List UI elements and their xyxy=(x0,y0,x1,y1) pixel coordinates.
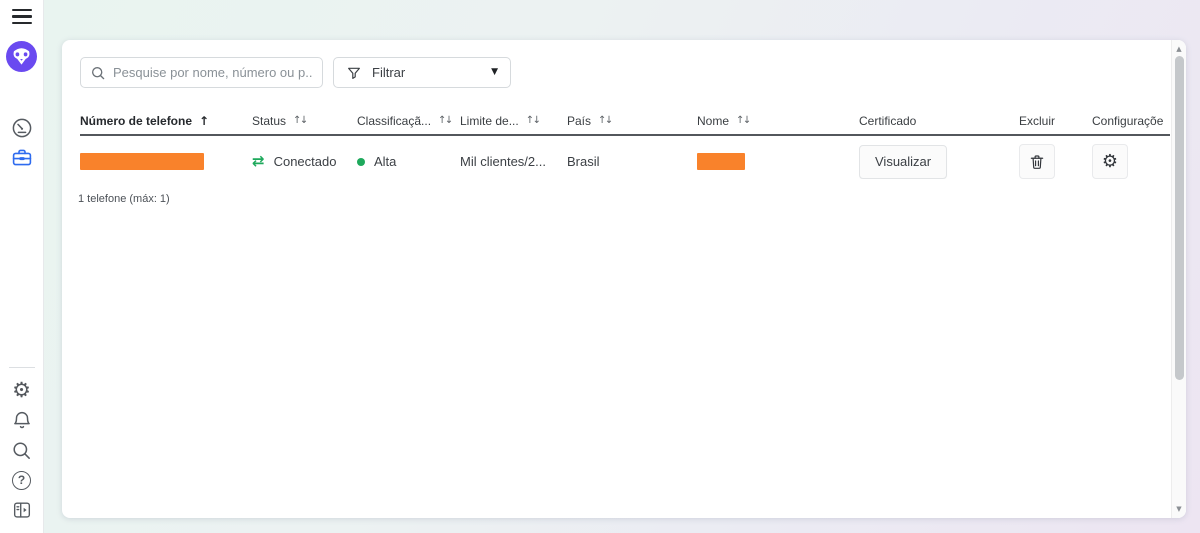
sort-icon: ↑↓ xyxy=(598,116,612,126)
column-header-settings: Configuraçõe xyxy=(1092,114,1170,128)
search-input[interactable] xyxy=(113,65,313,80)
filter-dropdown[interactable]: Filtrar ▼ xyxy=(333,57,511,88)
cell-country: Brasil xyxy=(567,154,697,169)
cell-phone-number xyxy=(80,153,252,170)
column-header-delete: Excluir xyxy=(1019,114,1092,128)
owl-logo-icon xyxy=(6,41,37,72)
column-header-limit[interactable]: Limite de... ↑↓ xyxy=(460,114,567,128)
collapse-panel-icon[interactable] xyxy=(9,497,35,523)
column-header-name[interactable]: Nome ↑↓ xyxy=(697,114,859,128)
gear-icon: ⚙ xyxy=(1102,153,1118,171)
cell-classification: Alta xyxy=(357,154,460,169)
sort-icon: ↑↓ xyxy=(438,116,452,126)
phones-briefcase-icon[interactable] xyxy=(9,145,35,171)
column-header-phone[interactable]: Número de telefone ↑ xyxy=(80,114,252,128)
sort-icon: ↑↓ xyxy=(526,116,540,126)
brand-owl-logo[interactable] xyxy=(6,41,37,72)
filter-label: Filtrar xyxy=(372,65,481,80)
sort-icon: ↑↓ xyxy=(293,116,307,126)
trash-icon xyxy=(1028,153,1046,171)
toolbar: Filtrar ▼ xyxy=(80,57,1170,88)
cell-limit: Mil clientes/2... xyxy=(460,154,567,169)
connected-arrows-icon: ⇄ xyxy=(252,154,265,169)
scroll-down-icon[interactable]: ▼ xyxy=(1172,502,1186,516)
menu-icon[interactable] xyxy=(12,9,32,24)
scroll-up-icon[interactable]: ▲ xyxy=(1172,42,1186,56)
sidebar: ⚙ ? xyxy=(0,0,44,533)
search-box xyxy=(80,57,323,88)
table-row: ⇄ Conectado Alta Mil clientes/2... Brasi… xyxy=(80,136,1170,187)
main-background: Filtrar ▼ Número de telefone ↑ Status ↑↓ xyxy=(44,0,1200,533)
scrollbar-thumb[interactable] xyxy=(1175,56,1184,380)
sort-icon: ↑↓ xyxy=(736,116,750,126)
settings-gear-icon[interactable]: ⚙ xyxy=(9,377,35,403)
view-certificate-button[interactable]: Visualizar xyxy=(859,145,947,179)
status-label: Conectado xyxy=(274,154,337,169)
chevron-down-icon: ▼ xyxy=(491,68,498,77)
classification-label: Alta xyxy=(374,154,396,169)
column-header-certificate: Certificado xyxy=(859,114,1019,128)
column-header-classification[interactable]: Classificaçã... ↑↓ xyxy=(357,114,460,128)
column-header-country[interactable]: País ↑↓ xyxy=(567,114,697,128)
redacted-phone-number xyxy=(80,153,204,170)
sort-asc-icon: ↑ xyxy=(199,115,209,127)
search-icon[interactable] xyxy=(9,437,35,463)
cell-status: ⇄ Conectado xyxy=(252,154,357,169)
vertical-scrollbar[interactable]: ▲ ▼ xyxy=(1171,40,1186,518)
row-settings-button[interactable]: ⚙ xyxy=(1092,144,1128,179)
search-input-icon xyxy=(90,65,106,81)
cell-certificate: Visualizar xyxy=(859,145,1019,179)
help-icon[interactable]: ? xyxy=(9,467,35,493)
cell-name xyxy=(697,153,859,170)
cell-settings: ⚙ xyxy=(1092,144,1170,179)
table-header-row: Número de telefone ↑ Status ↑↓ Classific… xyxy=(80,107,1170,136)
dashboard-icon[interactable] xyxy=(9,115,35,141)
delete-button[interactable] xyxy=(1019,144,1055,179)
phones-card: Filtrar ▼ Número de telefone ↑ Status ↑↓ xyxy=(62,40,1186,518)
notifications-bell-icon[interactable] xyxy=(9,407,35,433)
column-header-status[interactable]: Status ↑↓ xyxy=(252,114,357,128)
cell-delete xyxy=(1019,144,1092,179)
sidebar-divider xyxy=(9,367,35,368)
filter-funnel-icon xyxy=(346,65,362,81)
phone-count-label: 1 telefone (máx: 1) xyxy=(78,193,1170,205)
quality-dot-icon xyxy=(357,158,365,166)
phones-table: Número de telefone ↑ Status ↑↓ Classific… xyxy=(80,107,1170,205)
redacted-name xyxy=(697,153,745,170)
